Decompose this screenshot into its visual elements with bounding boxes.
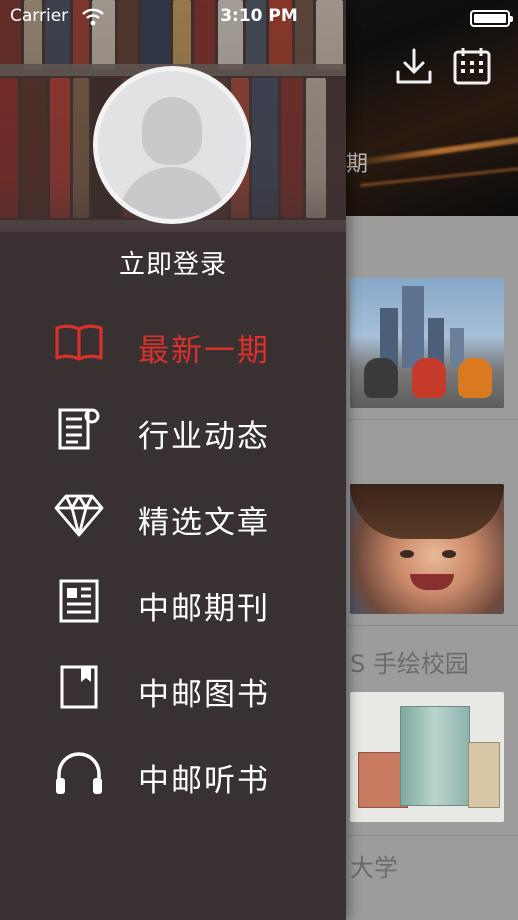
avatar[interactable] <box>93 66 251 224</box>
menu-item-featured-articles[interactable]: 精选文章 <box>0 472 346 558</box>
open-book-icon <box>55 324 103 361</box>
menu-item-label: 行业动态 <box>138 419 270 455</box>
menu-item-audiobooks[interactable]: 中邮听书 <box>0 730 346 816</box>
article-title: 大学 <box>350 854 398 882</box>
menu-item-label: 精选文章 <box>138 505 270 541</box>
news-document-icon <box>58 408 100 450</box>
menu-item-periodicals[interactable]: 中邮期刊 <box>0 558 346 644</box>
menu-item-industry-news[interactable]: 行业动态 <box>0 386 346 472</box>
header-partial-text: 期 <box>346 152 369 177</box>
menu-item-label: 中邮图书 <box>138 677 270 713</box>
status-bar: Carrier 3:10 PM <box>0 0 518 36</box>
article-title: S 手绘校园 <box>350 650 469 678</box>
status-time: 3:10 PM <box>220 6 298 26</box>
magazine-icon <box>59 579 99 623</box>
article-thumbnail <box>350 484 504 614</box>
menu-item-label: 中邮听书 <box>138 763 270 799</box>
article-thumbnail <box>350 692 504 822</box>
article-thumbnail <box>350 278 504 408</box>
menu-item-books[interactable]: 中邮图书 <box>0 644 346 730</box>
light-streak <box>360 166 518 187</box>
login-button[interactable]: 立即登录 <box>0 244 346 281</box>
menu-item-label: 最新一期 <box>138 333 270 369</box>
calendar-icon[interactable] <box>452 46 492 86</box>
menu-item-label: 中邮期刊 <box>138 591 270 627</box>
menu-item-latest-issue[interactable]: 最新一期 <box>0 300 346 386</box>
side-drawer: 立即登录 最新一期 行业动态 精选文章 中邮期刊 中邮图书 中邮听书 <box>0 0 346 920</box>
headphones-icon <box>56 752 102 794</box>
diamond-icon <box>54 494 104 537</box>
book-bookmark-icon <box>60 665 98 709</box>
battery-icon <box>470 10 513 27</box>
download-icon[interactable] <box>394 46 434 86</box>
